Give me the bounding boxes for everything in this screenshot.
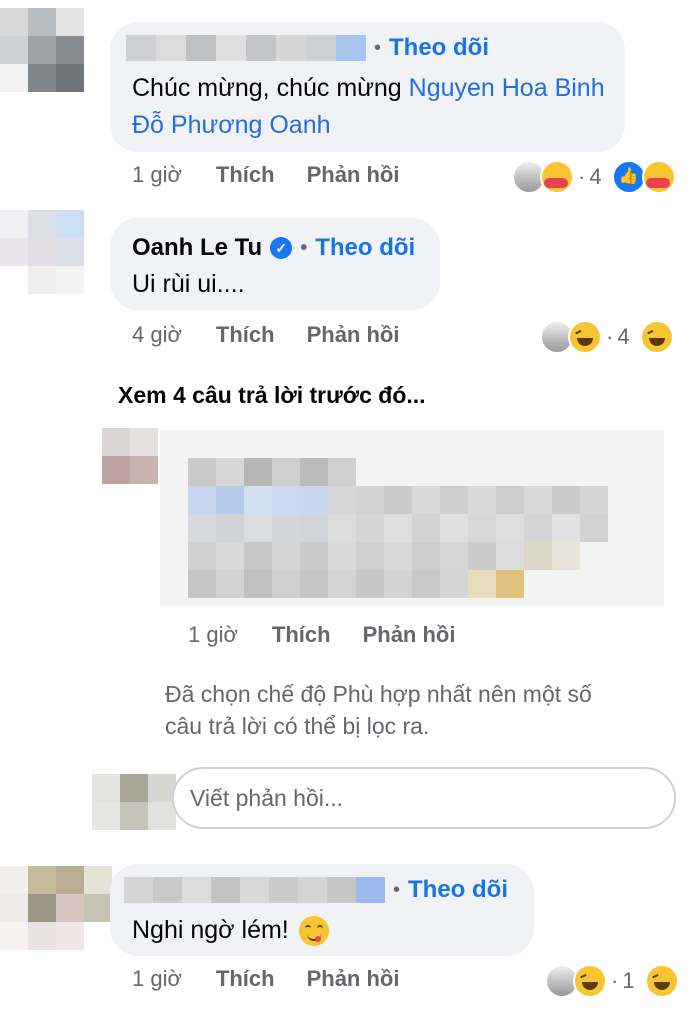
reply-button[interactable]: Phản hồi: [363, 622, 456, 648]
follow-link[interactable]: Theo dõi: [389, 34, 489, 62]
avatar[interactable]: [0, 8, 84, 92]
comment-text: Chúc mừng, chúc mừng Nguyen Hoa Binh Đỗ …: [132, 74, 605, 139]
comment-bubble: • Theo dõi Nghi ngờ lém!: [110, 864, 534, 956]
like-button[interactable]: Thích: [216, 322, 275, 348]
reactions[interactable]: · 4 👍: [512, 160, 676, 194]
separator-dot: •: [300, 236, 308, 259]
like-button[interactable]: Thích: [272, 622, 331, 648]
comment-bubble: Oanh Le Tu ✓ • Theo dõi Ui rùi ui....: [110, 218, 440, 310]
comment-actions: 1 giờ Thích Phản hồi: [132, 966, 399, 992]
care-icon: [641, 160, 676, 194]
author-name-blurred[interactable]: [126, 35, 366, 61]
author-name[interactable]: Oanh Le Tu: [132, 234, 262, 262]
reactions[interactable]: · 4: [540, 320, 674, 354]
reply-bubble-blurred: [160, 430, 664, 606]
filter-notice: Đã chọn chế độ Phù hợp nhất nên một số c…: [165, 681, 592, 739]
reply-text-blurred: [188, 486, 636, 598]
comment-actions: 4 giờ Thích Phản hồi: [132, 322, 399, 348]
timestamp[interactable]: 4 giờ: [132, 322, 182, 348]
author-name-blurred[interactable]: [124, 877, 385, 903]
reaction-count: 4: [617, 324, 630, 349]
haha-icon: [639, 320, 674, 354]
reaction-dot: ·: [578, 164, 586, 189]
reply-button[interactable]: Phản hồi: [307, 162, 400, 188]
haha-icon: [573, 964, 607, 998]
like-icon: 👍: [611, 160, 646, 194]
verified-badge-icon: ✓: [270, 237, 293, 259]
avatar[interactable]: [102, 428, 158, 484]
follow-link[interactable]: Theo dõi: [408, 876, 508, 904]
reaction-count: 1: [622, 968, 635, 993]
haha-icon: [644, 964, 679, 998]
comment-actions: 1 giờ Thích Phản hồi: [132, 162, 399, 188]
reply-actions: 1 giờ Thích Phản hồi: [188, 622, 455, 648]
reaction-count: 4: [589, 164, 602, 189]
timestamp[interactable]: 1 giờ: [132, 162, 182, 188]
reactions[interactable]: · 1: [545, 964, 679, 998]
reaction-dot: ·: [611, 968, 619, 993]
avatar[interactable]: [0, 866, 112, 950]
comment-bubble: • Theo dõi Chúc mừng, chúc mừng Nguyen H…: [110, 22, 625, 152]
avatar: [92, 774, 176, 858]
author-name-blurred[interactable]: [188, 458, 356, 486]
comment-text: Nghi ngờ lém!: [132, 912, 329, 949]
separator-dot: •: [393, 878, 401, 901]
like-button[interactable]: Thích: [216, 966, 275, 992]
like-button[interactable]: Thích: [216, 162, 275, 188]
haha-icon: [568, 320, 602, 354]
yum-emoji-icon: [298, 915, 329, 946]
view-previous-replies[interactable]: Xem 4 câu trả lời trước đó...: [118, 382, 426, 409]
avatar[interactable]: [0, 210, 84, 294]
separator-dot: •: [374, 36, 382, 59]
reply-button[interactable]: Phản hồi: [307, 322, 400, 348]
follow-link[interactable]: Theo dõi: [315, 234, 415, 262]
reply-input[interactable]: Viết phản hồi...: [172, 767, 676, 829]
timestamp[interactable]: 1 giờ: [188, 622, 238, 648]
care-icon: [540, 160, 574, 194]
reaction-dot: ·: [606, 324, 614, 349]
reply-button[interactable]: Phản hồi: [307, 966, 400, 992]
comment-text: Ui rùi ui....: [132, 270, 245, 298]
timestamp[interactable]: 1 giờ: [132, 966, 182, 992]
